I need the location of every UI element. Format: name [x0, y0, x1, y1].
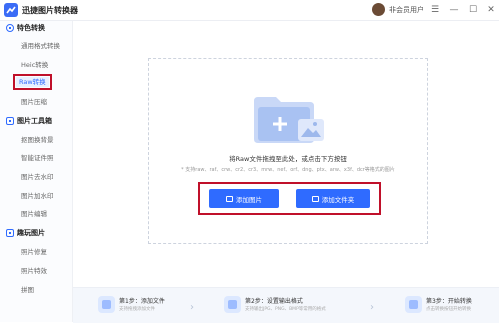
toolbox-icon	[6, 117, 14, 125]
sidebar-section-title: 趣玩图片	[17, 229, 45, 237]
image-icon	[226, 195, 233, 202]
app-title: 迅捷图片转换器	[22, 6, 78, 15]
user-name[interactable]: 非会员用户	[389, 5, 424, 15]
sidebar-section-toolbox[interactable]: 图片工具箱	[6, 115, 52, 127]
app-logo-icon	[4, 3, 18, 17]
close-icon[interactable]: ✕	[484, 3, 498, 17]
sidebar-item-photo-repair[interactable]: 照片修复	[21, 247, 47, 257]
folder-image-icon	[254, 97, 324, 143]
sidebar: 特色转换 通用格式转换 Heic转换 Raw转换 图片压缩 图片工具箱 抠图换背…	[0, 21, 73, 322]
step-desc: 支持拖拽添加文件	[119, 307, 155, 312]
menu-icon[interactable]: ☰	[428, 3, 442, 17]
sidebar-item-cutout[interactable]: 抠图换背景	[21, 135, 54, 145]
sidebar-section-featured[interactable]: 特色转换	[6, 22, 45, 34]
user-avatar[interactable]	[372, 3, 385, 16]
sidebar-item-photo-effects[interactable]: 照片特效	[21, 266, 47, 276]
add-folder-label: 添加文件夹	[321, 195, 355, 204]
sidebar-item-add-watermark[interactable]: 图片加水印	[21, 191, 54, 201]
step-title: 第2步：设置输出格式	[245, 298, 303, 305]
sidebar-item-raw-convert[interactable]: Raw转换	[13, 74, 52, 90]
sidebar-item-heic-convert[interactable]: Heic转换	[21, 60, 48, 70]
sidebar-item-image-compress[interactable]: 图片压缩	[21, 97, 47, 107]
sidebar-section-title: 图片工具箱	[17, 117, 52, 125]
add-folder-button[interactable]: 添加文件夹	[296, 189, 370, 208]
sidebar-item-general-convert[interactable]: 通用格式转换	[21, 41, 60, 51]
add-buttons-group: 添加图片 添加文件夹	[198, 182, 381, 215]
convert-icon	[405, 296, 422, 313]
step-title: 第3步：开始转换	[426, 298, 472, 305]
settings-icon	[224, 296, 241, 313]
add-image-label: 添加图片	[236, 195, 262, 204]
sidebar-section-fun[interactable]: 趣玩图片	[6, 227, 45, 239]
steps-bar: 第1步：添加文件 支持拖拽添加文件 › 第2步：设置输出格式 支持输出JPG、P…	[73, 287, 499, 323]
folder-icon	[311, 195, 319, 202]
maximize-icon[interactable]: ☐	[466, 3, 480, 17]
step-desc: 支持输出JPG、PNG、BMP等常用的格式	[245, 307, 326, 312]
minimize-icon[interactable]: —	[447, 3, 461, 17]
sidebar-item-image-edit[interactable]: 图片编辑	[21, 209, 47, 219]
chevron-right-icon: ›	[370, 302, 374, 313]
main-panel: 将Raw文件拖拽至此处，或点击下方按钮 * 支持raw、raf、crw、cr2、…	[73, 21, 499, 286]
step-desc: 点击转换按钮开始转换	[426, 307, 471, 312]
add-file-icon	[98, 296, 115, 313]
supported-formats-hint: * 支持raw、raf、crw、cr2、cr3、mrw、nef、orf、dng、…	[181, 167, 395, 173]
fun-icon	[6, 229, 14, 237]
drop-zone-title: 将Raw文件拖拽至此处，或点击下方按钮	[229, 155, 347, 163]
step-title: 第1步：添加文件	[119, 298, 165, 305]
file-drop-zone[interactable]: 将Raw文件拖拽至此处，或点击下方按钮 * 支持raw、raf、crw、cr2、…	[148, 58, 428, 244]
chevron-right-icon: ›	[190, 302, 194, 313]
sidebar-section-title: 特色转换	[17, 24, 45, 32]
sidebar-item-id-photo[interactable]: 智能证件照	[21, 153, 54, 163]
star-circle-icon	[6, 24, 14, 32]
sidebar-item-collage[interactable]: 拼图	[21, 285, 34, 295]
title-bar: 迅捷图片转换器 非会员用户 ☰ — ☐ ✕	[0, 0, 499, 21]
add-image-button[interactable]: 添加图片	[209, 189, 279, 208]
sidebar-item-remove-watermark[interactable]: 图片去水印	[21, 172, 54, 182]
